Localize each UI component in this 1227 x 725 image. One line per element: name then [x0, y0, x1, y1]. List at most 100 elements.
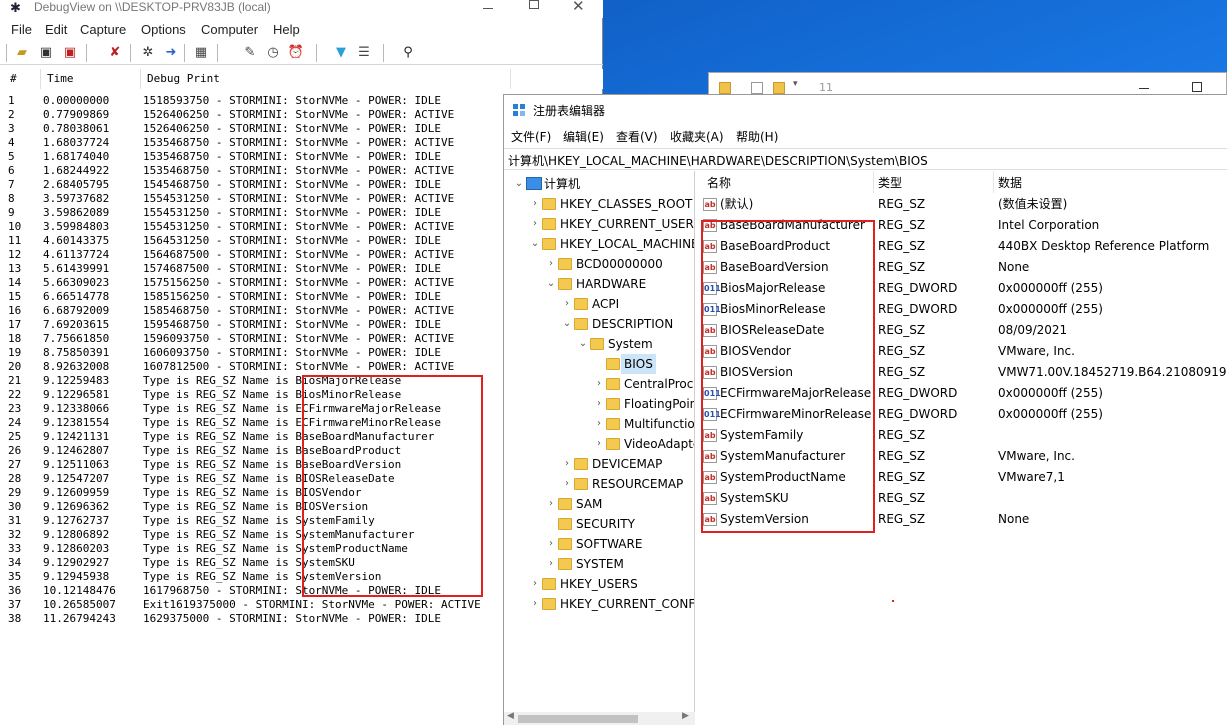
chevron-right-icon[interactable]: › [562, 294, 572, 314]
tree-node-label: System [608, 337, 653, 351]
menu-capture[interactable]: Capture [80, 22, 126, 37]
chevron-right-icon[interactable]: › [546, 494, 556, 514]
minimize-button[interactable] [483, 8, 493, 9]
save-icon[interactable]: ▣ [37, 44, 55, 62]
chevron-right-icon[interactable]: › [594, 434, 604, 454]
value-type: REG_SZ [878, 428, 926, 442]
chevron-down-icon[interactable]: ⌄ [530, 234, 540, 254]
save-as-icon[interactable]: ▣ [61, 44, 79, 62]
scroll-right-icon[interactable]: ▶ [682, 711, 689, 721]
scrollbar-thumb[interactable] [518, 715, 638, 723]
address-path[interactable]: 计算机\HKEY_LOCAL_MACHINE\HARDWARE\DESCRIPT… [508, 152, 928, 169]
folder-icon [574, 478, 588, 490]
value-data: 0x000000ff (255) [998, 407, 1103, 421]
chevron-right-icon[interactable]: › [546, 554, 556, 574]
row-time: 7.75661850 [43, 332, 110, 345]
value-type: REG_DWORD [878, 281, 958, 295]
menu-view[interactable]: 查看(V) [616, 128, 658, 145]
row-number: 33 [8, 542, 22, 555]
row-time: 9.12806892 [43, 528, 110, 541]
row-number: 18 [8, 332, 22, 345]
autoscroll-icon[interactable]: ➜ [162, 44, 180, 62]
alarm-icon[interactable]: ⏰ [287, 44, 305, 62]
chevron-right-icon[interactable]: › [594, 414, 604, 434]
chevron-down-icon[interactable]: ⌄ [546, 274, 556, 294]
row-time: 9.12609959 [43, 486, 110, 499]
find-icon[interactable]: ⚲ [399, 44, 417, 62]
chevron-down-icon[interactable]: ⌄ [562, 314, 572, 334]
chevron-down-icon[interactable]: ▾ [793, 79, 798, 89]
col-data[interactable]: 数据 [998, 174, 1022, 191]
scroll-left-icon[interactable]: ◀ [507, 711, 514, 721]
row-message: 1575156250 - STORMINI: StorNVMe - POWER:… [143, 276, 455, 289]
col-type[interactable]: 类型 [878, 174, 902, 191]
menu-favorites[interactable]: 收藏夹(A) [670, 128, 724, 145]
row-message: 1607812500 - STORMINI: StorNVMe - POWER:… [143, 360, 455, 373]
chevron-right-icon[interactable]: › [546, 534, 556, 554]
row-time: 1.68244922 [43, 164, 110, 177]
tree-horizontal-scrollbar[interactable]: ◀ ▶ [504, 711, 695, 725]
history-icon[interactable]: ☰ [355, 44, 373, 62]
value-type: REG_SZ [878, 197, 926, 211]
clear-display-icon[interactable]: ▦ [192, 44, 210, 62]
menu-edit[interactable]: Edit [45, 22, 67, 37]
menu-edit[interactable]: 编辑(E) [563, 128, 604, 145]
value-type: REG_SZ [878, 239, 926, 253]
menu-help[interactable]: 帮助(H) [736, 128, 778, 145]
capture-kernel-icon[interactable]: ✘ [106, 44, 124, 62]
capture-icon[interactable]: ✲ [139, 44, 157, 62]
list-item[interactable]: ab (默认) REG_SZ (数值未设置) [697, 194, 1227, 215]
col-debug-print[interactable]: Debug Print [147, 72, 220, 85]
row-time: 6.66514778 [43, 290, 110, 303]
maximize-button[interactable] [529, 0, 539, 9]
chevron-right-icon[interactable]: › [530, 214, 540, 234]
open-folder-icon[interactable]: ▰ [13, 44, 31, 62]
value-data: 440BX Desktop Reference Platform [998, 239, 1210, 253]
row-time: 4.61137724 [43, 248, 110, 261]
value-type: REG_SZ [878, 512, 926, 526]
row-time: 7.69203615 [43, 318, 110, 331]
menu-computer[interactable]: Computer [201, 22, 258, 37]
filter-icon[interactable]: ✎ [241, 44, 259, 62]
value-data: (数值未设置) [998, 197, 1068, 211]
chevron-right-icon[interactable]: › [562, 474, 572, 494]
chevron-right-icon[interactable]: › [530, 194, 540, 214]
menu-options[interactable]: Options [141, 22, 186, 37]
regedit-titlebar[interactable]: 注册表编辑器 [504, 95, 1227, 125]
chevron-down-icon[interactable]: ⌄ [514, 174, 524, 194]
chevron-right-icon[interactable]: › [562, 454, 572, 474]
row-number: 13 [8, 262, 22, 275]
row-time: 2.68405795 [43, 178, 110, 191]
highlight-icon[interactable]: ▼ [332, 44, 350, 62]
menu-file[interactable]: 文件(F) [511, 128, 551, 145]
value-data: VMware, Inc. [998, 449, 1075, 463]
highlight-box [302, 375, 483, 597]
folder-icon [558, 558, 572, 570]
minimize-button[interactable] [1139, 88, 1149, 89]
close-button[interactable]: ✕ [572, 0, 585, 15]
tree-node-label: DEVICEMAP [592, 457, 663, 471]
menu-help[interactable]: Help [273, 22, 300, 37]
row-time: 10.12148476 [43, 584, 116, 597]
menu-file[interactable]: File [11, 22, 32, 37]
debugview-titlebar[interactable]: ✱ DebugView on \\DESKTOP-PRV83JB (local)… [0, 0, 603, 18]
value-data: 08/09/2021 [998, 323, 1068, 337]
chevron-right-icon[interactable]: › [594, 394, 604, 414]
folder-icon [558, 278, 572, 290]
maximize-button[interactable] [1192, 82, 1202, 92]
col-name[interactable]: 名称 [707, 174, 731, 191]
chevron-right-icon[interactable]: › [530, 594, 540, 614]
value-type: REG_SZ [878, 491, 926, 505]
row-message: 1545468750 - STORMINI: StorNVMe - POWER:… [143, 178, 442, 191]
chevron-down-icon[interactable]: ⌄ [578, 334, 588, 354]
row-time: 9.12259483 [43, 374, 110, 387]
address-bar[interactable]: 计算机\HKEY_LOCAL_MACHINE\HARDWARE\DESCRIPT… [504, 148, 1227, 170]
row-time: 9.12381554 [43, 416, 110, 429]
clock-icon[interactable]: ◷ [264, 44, 282, 62]
chevron-right-icon[interactable]: › [594, 374, 604, 394]
col-time[interactable]: Time [47, 72, 74, 85]
col-number[interactable]: # [10, 72, 17, 85]
chevron-right-icon[interactable]: › [546, 254, 556, 274]
chevron-right-icon[interactable]: › [530, 574, 540, 594]
row-number: 34 [8, 556, 22, 569]
